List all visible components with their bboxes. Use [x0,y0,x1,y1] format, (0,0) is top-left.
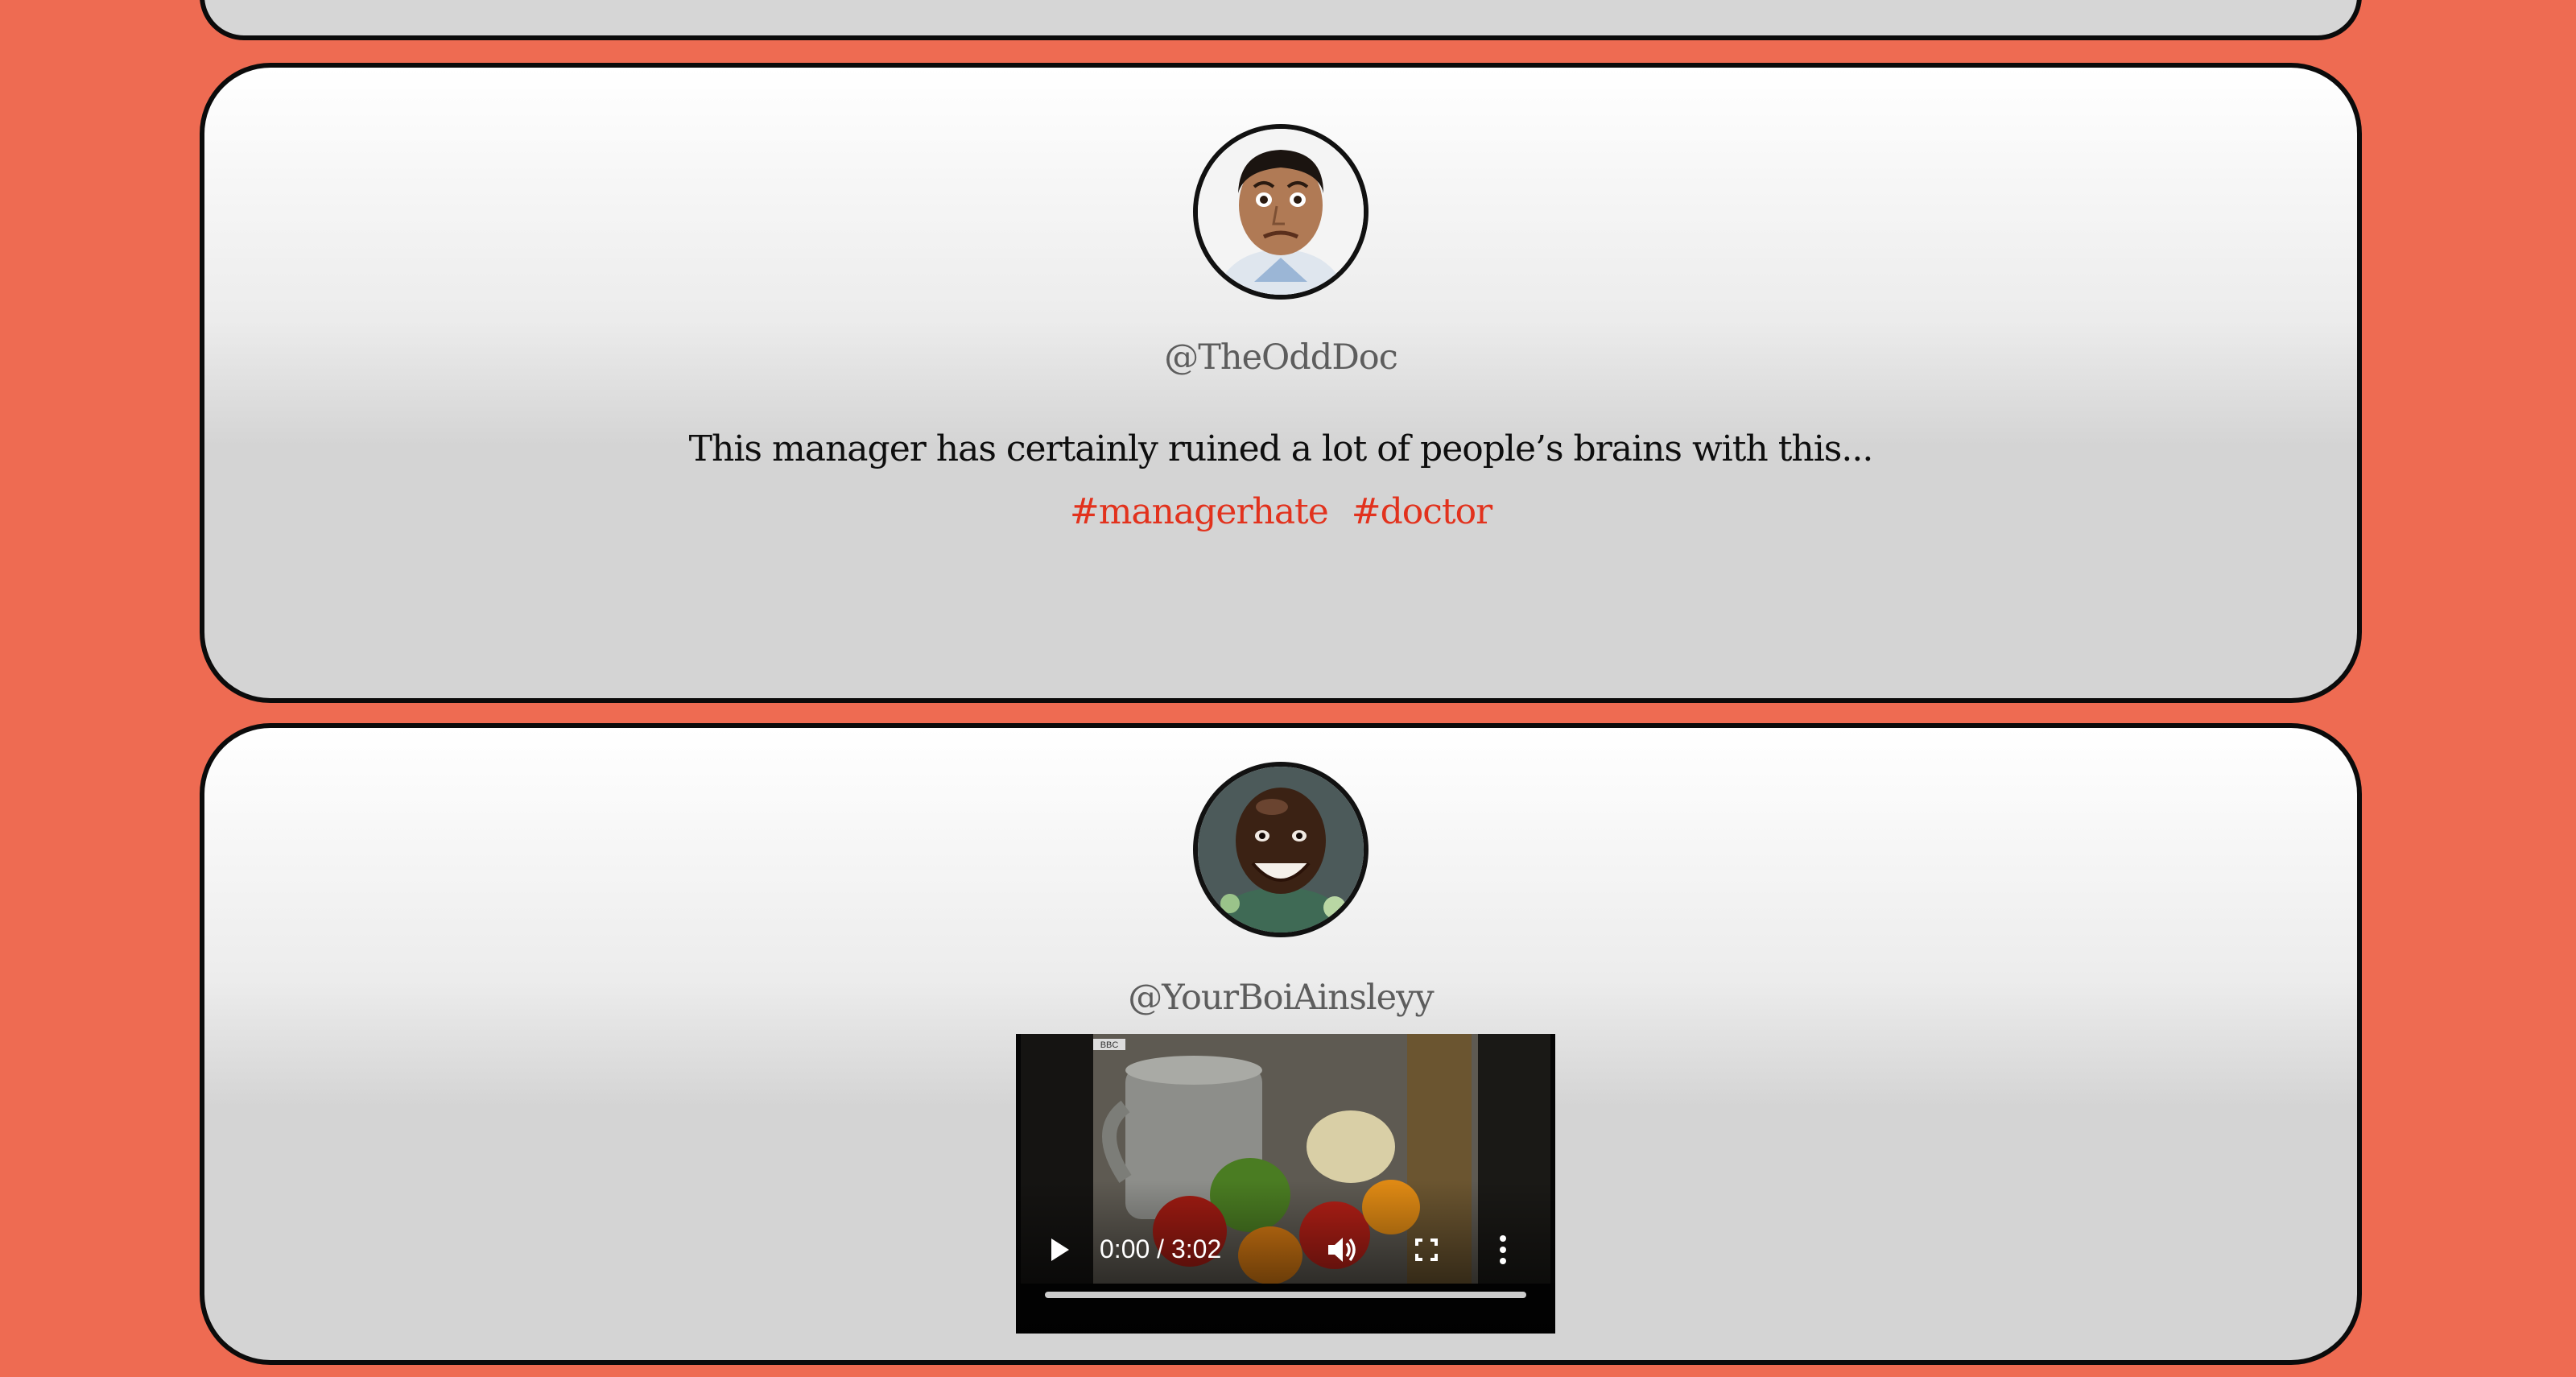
post-card-previous [200,0,2362,40]
controls-shade [1016,1181,1555,1334]
post-card: @YourBoiAinsleyy BBC 0:00 / 3:02 [200,723,2362,1365]
post-card: @TheOddDoc This manager has certainly ru… [200,63,2362,703]
avatar[interactable] [1193,762,1368,937]
bbc-watermark-text: BBC [1100,1040,1119,1050]
hashtag-link[interactable]: #managerhate [1070,491,1329,532]
avatar[interactable] [1193,124,1368,300]
hashtag-link[interactable]: #doctor [1352,491,1492,532]
post-handle[interactable]: @TheOddDoc [204,337,2357,378]
post-text: This manager has certainly ruined a lot … [688,428,1874,469]
more-vertical-icon[interactable] [1496,1232,1510,1267]
play-icon[interactable] [1043,1234,1075,1266]
video-time: 0:00 / 3:02 [1100,1234,1222,1263]
post-handle[interactable]: @YourBoiAinsleyy [204,978,2357,1018]
doctor-face-avatar-image [1198,129,1364,295]
fullscreen-icon[interactable] [1410,1234,1443,1266]
post-tags: #managerhate #doctor [204,491,2357,532]
video-player[interactable]: BBC 0:00 / 3:02 [1016,1034,1555,1334]
smiling-man-avatar-image [1198,767,1364,932]
video-progress-bar[interactable] [1045,1292,1526,1298]
volume-icon[interactable] [1323,1232,1359,1267]
